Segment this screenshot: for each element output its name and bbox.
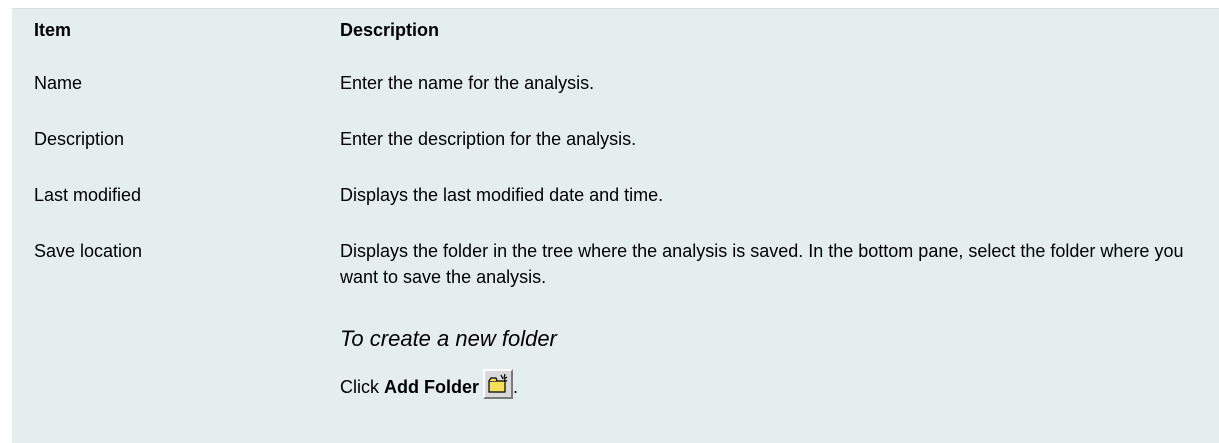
procedure-title: To create a new folder — [340, 326, 557, 351]
properties-table: Item Description Name Enter the name for… — [12, 8, 1219, 443]
row-item-name: Name — [34, 73, 83, 93]
row-item-last-modified: Last modified — [34, 185, 142, 205]
period: . — [513, 377, 519, 397]
row-item-description: Description — [34, 129, 125, 149]
procedure-step: Click Add Folder . — [340, 369, 1200, 400]
row-description-description: Enter the description for the analysis. — [340, 129, 637, 149]
row-item-save-location: Save location — [34, 241, 143, 261]
click-text: Click — [340, 377, 384, 397]
add-folder-icon — [488, 373, 508, 393]
header-item: Item — [34, 20, 72, 40]
row-description-save-location: Displays the folder in the tree where th… — [340, 241, 1184, 287]
add-folder-label: Add Folder — [384, 377, 479, 397]
header-description: Description — [340, 20, 440, 40]
row-description-last-modified: Displays the last modified date and time… — [340, 185, 664, 205]
add-folder-button[interactable] — [483, 369, 513, 399]
row-description-name: Enter the name for the analysis. — [340, 73, 595, 93]
